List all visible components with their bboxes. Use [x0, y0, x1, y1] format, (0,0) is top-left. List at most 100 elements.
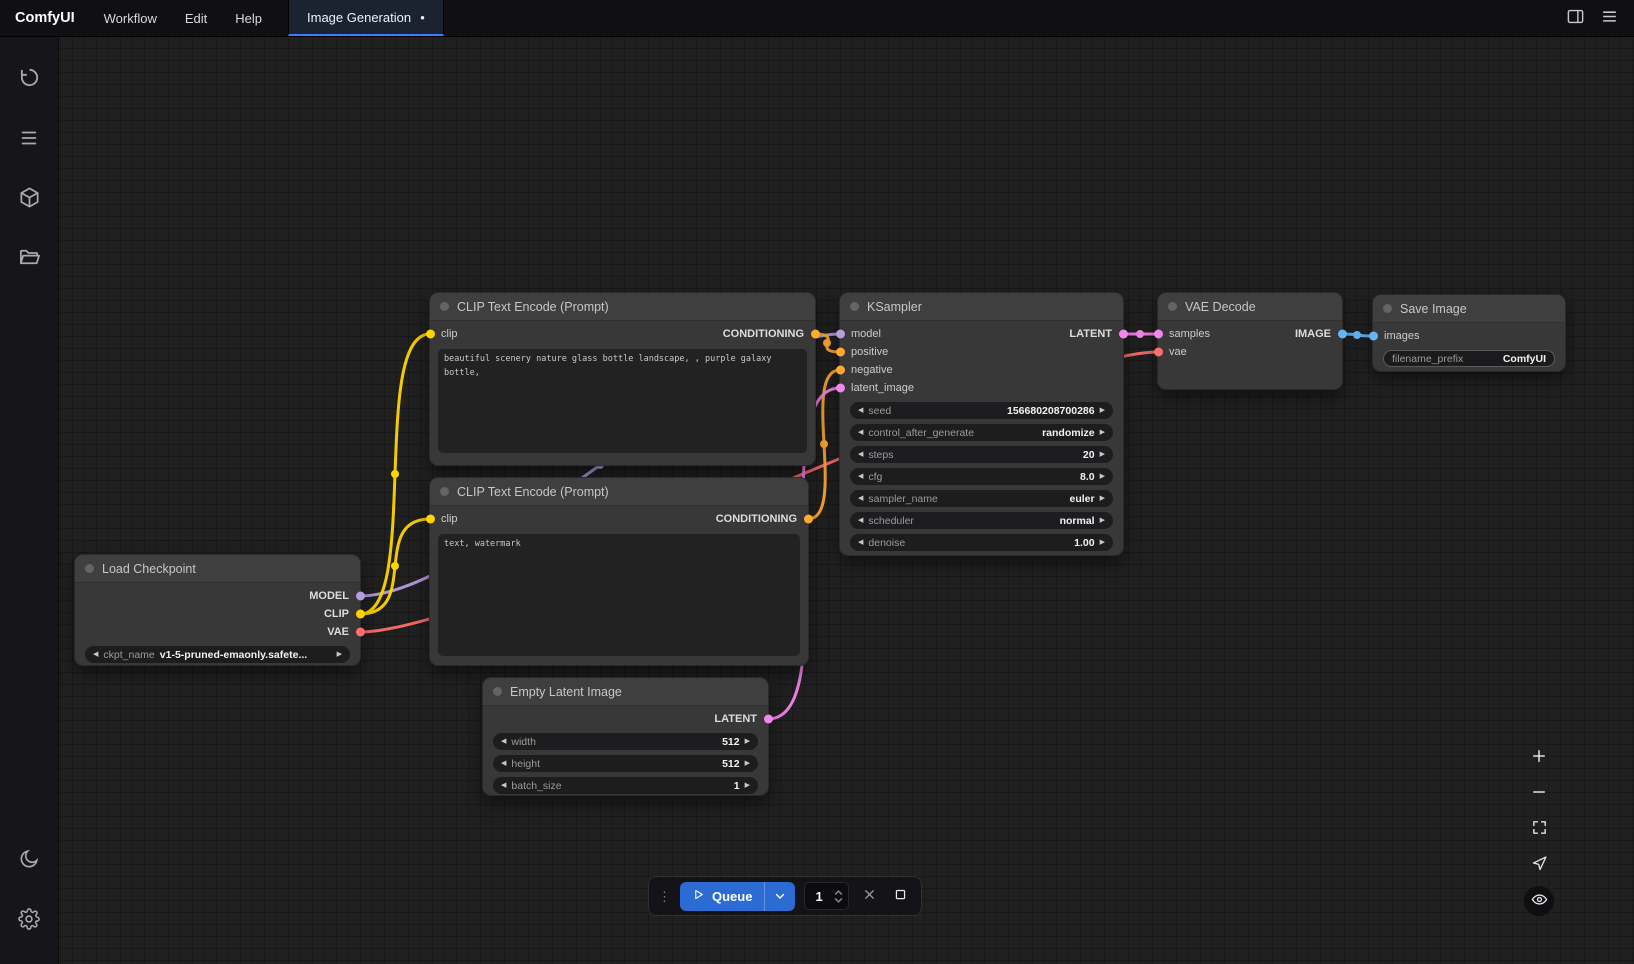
input-dot-negative[interactable] — [836, 366, 845, 375]
increment-icon[interactable]: ▶ — [745, 760, 750, 767]
increment-icon[interactable]: ▶ — [745, 738, 750, 745]
decrement-icon[interactable]: ◀ — [858, 407, 863, 414]
output-dot-conditioning[interactable] — [811, 330, 820, 339]
increment-icon[interactable]: ▶ — [1100, 429, 1105, 436]
node-header[interactable]: KSampler — [840, 293, 1123, 321]
chevron-down-icon[interactable] — [765, 889, 795, 903]
collapse-dot-icon[interactable] — [440, 302, 449, 311]
node-canvas[interactable] — [0, 0, 1634, 964]
input-dot-vae[interactable] — [1154, 348, 1163, 357]
input-dot-model[interactable] — [836, 330, 845, 339]
sidebar-button-queue[interactable] — [9, 119, 49, 159]
drag-handle-icon[interactable]: ⋮ — [658, 890, 671, 903]
queue-button[interactable]: Queue — [680, 882, 795, 911]
decrement-icon[interactable]: ◀ — [858, 539, 863, 546]
collapse-dot-icon[interactable] — [493, 687, 502, 696]
collapse-dot-icon[interactable] — [85, 564, 94, 573]
widget-height[interactable]: ◀ height 512 ▶ — [493, 755, 758, 772]
input-dot-images[interactable] — [1369, 332, 1378, 341]
menu-help[interactable]: Help — [221, 0, 276, 36]
increment-icon[interactable]: ▶ — [745, 782, 750, 789]
widget-sampler-name[interactable]: ◀ sampler_name euler ▶ — [850, 490, 1113, 507]
widget-control-after-generate[interactable]: ◀ control_after_generate randomize ▶ — [850, 424, 1113, 441]
batch-count-input[interactable]: 1 — [804, 882, 848, 910]
node-header[interactable]: Save Image — [1373, 295, 1565, 323]
widget-denoise[interactable]: ◀ denoise 1.00 ▶ — [850, 534, 1113, 551]
zoom-out-button[interactable] — [1524, 778, 1554, 808]
output-dot-clip[interactable] — [356, 610, 365, 619]
output-dot-conditioning[interactable] — [804, 515, 813, 524]
input-dot-clip[interactable] — [426, 330, 435, 339]
node-empty-latent-image[interactable]: Empty Latent Image LATENT ◀ width 512 ▶ … — [483, 678, 768, 795]
decrement-icon[interactable]: ◀ — [501, 760, 506, 767]
widget-cfg[interactable]: ◀ cfg 8.0 ▶ — [850, 468, 1113, 485]
increment-icon[interactable]: ▶ — [1100, 539, 1105, 546]
menu-workflow[interactable]: Workflow — [90, 0, 171, 36]
collapse-dot-icon[interactable] — [1383, 304, 1392, 313]
node-load-checkpoint[interactable]: Load Checkpoint MODEL CLIP VAE ◀ ckpt_na… — [75, 555, 360, 665]
node-header[interactable]: CLIP Text Encode (Prompt) — [430, 478, 808, 506]
output-slot-vae: VAE — [75, 623, 360, 641]
select-mode-button[interactable] — [1524, 850, 1554, 880]
output-dot-latent[interactable] — [1119, 330, 1128, 339]
collapse-dot-icon[interactable] — [440, 487, 449, 496]
increment-icon[interactable]: ▶ — [1100, 473, 1105, 480]
widget-batch-size[interactable]: ◀ batch_size 1 ▶ — [493, 777, 758, 794]
sidebar-button-theme[interactable] — [9, 840, 49, 880]
prompt-textarea[interactable]: text, watermark — [438, 534, 800, 656]
decrement-icon[interactable]: ◀ — [858, 495, 863, 502]
output-dot-image[interactable] — [1338, 330, 1347, 339]
output-dot-model[interactable] — [356, 592, 365, 601]
decrement-icon[interactable]: ◀ — [858, 429, 863, 436]
decrement-icon[interactable]: ◀ — [858, 473, 863, 480]
increment-icon[interactable]: ▶ — [1100, 495, 1105, 502]
collapse-dot-icon[interactable] — [1168, 302, 1177, 311]
zoom-in-button[interactable] — [1524, 742, 1554, 772]
panel-toggle-button[interactable] — [1560, 4, 1590, 32]
input-dot-clip[interactable] — [426, 515, 435, 524]
clear-queue-button[interactable] — [858, 884, 881, 908]
node-clip-text-encode-positive[interactable]: CLIP Text Encode (Prompt) clip CONDITION… — [430, 293, 815, 465]
node-header[interactable]: Load Checkpoint — [75, 555, 360, 583]
fit-view-button[interactable] — [1524, 814, 1554, 844]
decrement-icon[interactable]: ◀ — [501, 738, 506, 745]
input-dot-latent-image[interactable] — [836, 384, 845, 393]
increment-icon[interactable]: ▶ — [1100, 407, 1105, 414]
widget-ckpt-name[interactable]: ◀ ckpt_name v1-5-pruned-emaonly.safete..… — [85, 646, 350, 663]
output-dot-latent[interactable] — [764, 715, 773, 724]
increment-icon[interactable]: ▶ — [1100, 451, 1105, 458]
node-header[interactable]: VAE Decode — [1158, 293, 1342, 321]
widget-filename-prefix[interactable]: filename_prefix ComfyUI — [1383, 350, 1555, 367]
node-ksampler[interactable]: KSampler model LATENT positive negative … — [840, 293, 1123, 555]
node-header[interactable]: Empty Latent Image — [483, 678, 768, 706]
increment-icon[interactable]: ▶ — [337, 651, 342, 658]
prompt-textarea[interactable]: beautiful scenery nature glass bottle la… — [438, 349, 807, 453]
widget-steps[interactable]: ◀ steps 20 ▶ — [850, 446, 1113, 463]
interrupt-button[interactable] — [889, 884, 912, 908]
widget-width[interactable]: ◀ width 512 ▶ — [493, 733, 758, 750]
output-dot-vae[interactable] — [356, 628, 365, 637]
sidebar-button-node-library[interactable] — [9, 179, 49, 219]
node-clip-text-encode-negative[interactable]: CLIP Text Encode (Prompt) clip CONDITION… — [430, 478, 808, 665]
input-dot-positive[interactable] — [836, 348, 845, 357]
tab-image-generation[interactable]: Image Generation ● — [288, 0, 444, 36]
toggle-visibility-button[interactable] — [1524, 886, 1554, 916]
sidebar-button-workflows[interactable] — [9, 239, 49, 279]
decrement-icon[interactable]: ◀ — [858, 517, 863, 524]
widget-seed[interactable]: ◀ seed 156680208700286 ▶ — [850, 402, 1113, 419]
node-header[interactable]: CLIP Text Encode (Prompt) — [430, 293, 815, 321]
widget-scheduler[interactable]: ◀ scheduler normal ▶ — [850, 512, 1113, 529]
count-spinner[interactable] — [834, 890, 843, 903]
sidebar-button-history[interactable] — [9, 59, 49, 99]
main-menu-button[interactable] — [1594, 4, 1624, 32]
menu-edit[interactable]: Edit — [171, 0, 221, 36]
input-dot-samples[interactable] — [1154, 330, 1163, 339]
increment-icon[interactable]: ▶ — [1100, 517, 1105, 524]
collapse-dot-icon[interactable] — [850, 302, 859, 311]
node-vae-decode[interactable]: VAE Decode samples IMAGE vae — [1158, 293, 1342, 389]
node-save-image[interactable]: Save Image images filename_prefix ComfyU… — [1373, 295, 1565, 371]
decrement-icon[interactable]: ◀ — [858, 451, 863, 458]
sidebar-button-settings[interactable] — [9, 900, 49, 940]
decrement-icon[interactable]: ◀ — [501, 782, 506, 789]
decrement-icon[interactable]: ◀ — [93, 651, 98, 658]
